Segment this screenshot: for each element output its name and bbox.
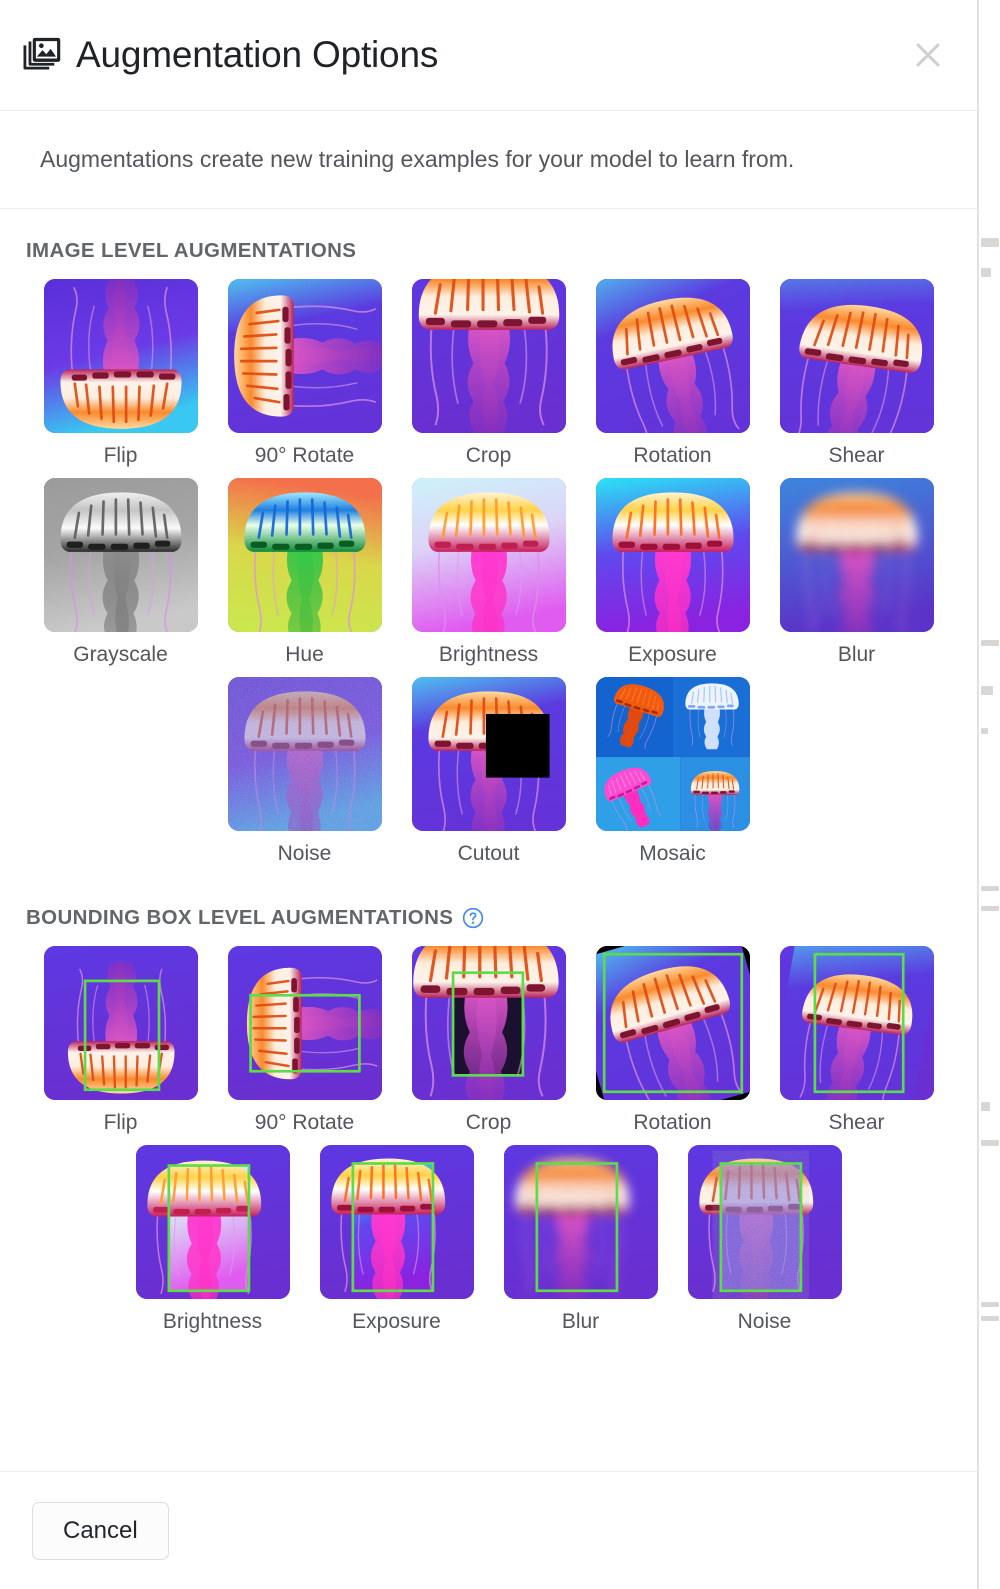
aug-thumbnail-bb-shear[interactable] bbox=[779, 946, 934, 1100]
aug-option-label: Blur bbox=[837, 643, 876, 666]
aug-option-label: Flip bbox=[103, 1111, 138, 1134]
aug-option-label: Noise bbox=[277, 842, 332, 865]
aug-option-label: Exposure bbox=[352, 1310, 441, 1333]
aug-thumbnail-bb-brightness[interactable] bbox=[135, 1145, 290, 1299]
bbox-level-grid: Flip 90° Rotate Crop Rotation Shear Brig… bbox=[26, 946, 951, 1334]
aug-option-label: Shear bbox=[828, 1111, 885, 1134]
aug-option-crop[interactable]: Crop bbox=[397, 279, 581, 468]
aug-thumbnail-brightness[interactable] bbox=[411, 478, 566, 632]
aug-thumbnail-bb-rotate90[interactable] bbox=[227, 946, 382, 1100]
aug-option-label: Brightness bbox=[162, 1310, 263, 1333]
cancel-button[interactable]: Cancel bbox=[32, 1501, 169, 1560]
aug-thumbnail-exposure[interactable] bbox=[595, 478, 750, 632]
section-heading-image-level: IMAGE LEVEL AUGMENTATIONS bbox=[26, 239, 951, 263]
dialog-body: IMAGE LEVEL AUGMENTATIONS Flip 90° Rotat… bbox=[0, 209, 977, 1471]
aug-option-blur[interactable]: Blur bbox=[765, 478, 949, 667]
section-heading-label: BOUNDING BOX LEVEL AUGMENTATIONS bbox=[26, 906, 454, 929]
aug-thumbnail-flip[interactable] bbox=[43, 279, 198, 433]
dialog-header: Augmentation Options bbox=[0, 0, 977, 111]
aug-option-flip[interactable]: Flip bbox=[29, 279, 213, 468]
augmentation-options-dialog: Augmentation Options Augmentations creat… bbox=[0, 0, 978, 1589]
aug-option-mosaic[interactable]: Mosaic bbox=[581, 677, 765, 866]
close-x-glyph bbox=[916, 43, 940, 67]
aug-thumbnail-bb-flip[interactable] bbox=[43, 946, 198, 1100]
page-title: Augmentation Options bbox=[76, 34, 439, 75]
aug-thumbnail-rotate90[interactable] bbox=[227, 279, 382, 433]
aug-thumbnail-bb-blur[interactable] bbox=[503, 1145, 658, 1299]
aug-thumbnail-hue[interactable] bbox=[227, 478, 382, 632]
aug-thumbnail-noise[interactable] bbox=[227, 677, 382, 831]
aug-option-label: Crop bbox=[465, 444, 512, 467]
aug-thumbnail-shear[interactable] bbox=[779, 279, 934, 433]
aug-option-rotate90[interactable]: 90° Rotate bbox=[213, 279, 397, 468]
aug-option-label: Shear bbox=[828, 444, 885, 467]
aug-option-label: Hue bbox=[285, 643, 324, 666]
aug-thumbnail-cutout[interactable] bbox=[411, 677, 566, 831]
aug-thumbnail-bb-crop[interactable] bbox=[411, 946, 566, 1100]
aug-option-bb-rotation[interactable]: Rotation bbox=[581, 946, 765, 1135]
aug-option-label: Flip bbox=[103, 444, 138, 467]
dialog-subtitle: Augmentations create new training exampl… bbox=[40, 146, 795, 172]
aug-option-bb-blur[interactable]: Blur bbox=[489, 1145, 673, 1334]
aug-option-bb-rotate90[interactable]: 90° Rotate bbox=[213, 946, 397, 1135]
aug-option-rotation[interactable]: Rotation bbox=[581, 279, 765, 468]
aug-option-bb-flip[interactable]: Flip bbox=[29, 946, 213, 1135]
background-page-sliver bbox=[978, 0, 1000, 1589]
aug-row: Grayscale Hue Brightness Exposure Blur bbox=[26, 478, 951, 667]
aug-thumbnail-rotation[interactable] bbox=[595, 279, 750, 433]
aug-row: Flip 90° Rotate Crop Rotation Shear bbox=[26, 279, 951, 468]
aug-option-bb-exposure[interactable]: Exposure bbox=[305, 1145, 489, 1334]
aug-option-label: Crop bbox=[465, 1111, 512, 1134]
aug-thumbnail-blur[interactable] bbox=[779, 478, 934, 632]
aug-thumbnail-bb-noise[interactable] bbox=[687, 1145, 842, 1299]
aug-option-label: 90° Rotate bbox=[254, 1111, 355, 1134]
aug-option-bb-noise[interactable]: Noise bbox=[673, 1145, 857, 1334]
aug-option-brightness[interactable]: Brightness bbox=[397, 478, 581, 667]
aug-thumbnail-mosaic[interactable] bbox=[595, 677, 750, 831]
aug-option-shear[interactable]: Shear bbox=[765, 279, 949, 468]
dialog-footer: Cancel bbox=[0, 1471, 977, 1589]
section-heading-bbox-level: BOUNDING BOX LEVEL AUGMENTATIONS bbox=[26, 906, 951, 930]
section-heading-label: IMAGE LEVEL AUGMENTATIONS bbox=[26, 239, 357, 262]
aug-row: Flip 90° Rotate Crop Rotation Shear bbox=[26, 946, 951, 1135]
aug-option-bb-crop[interactable]: Crop bbox=[397, 946, 581, 1135]
image-level-grid: Flip 90° Rotate Crop Rotation Shear Gray… bbox=[26, 279, 951, 866]
aug-option-label: Noise bbox=[737, 1310, 792, 1333]
aug-option-label: Grayscale bbox=[73, 643, 168, 666]
aug-row: Noise Cutout Mosaic bbox=[26, 677, 951, 866]
dialog-subtitle-bar: Augmentations create new training exampl… bbox=[0, 111, 977, 209]
aug-thumbnail-grayscale[interactable] bbox=[43, 478, 198, 632]
aug-option-noise[interactable]: Noise bbox=[213, 677, 397, 866]
aug-thumbnail-bb-rotation[interactable] bbox=[595, 946, 750, 1100]
aug-option-label: Exposure bbox=[628, 643, 717, 666]
aug-option-label: Rotation bbox=[633, 1111, 712, 1134]
aug-option-bb-brightness[interactable]: Brightness bbox=[121, 1145, 305, 1334]
aug-option-label: Mosaic bbox=[639, 842, 706, 865]
help-circle-icon[interactable] bbox=[462, 907, 484, 929]
aug-option-label: Rotation bbox=[633, 444, 712, 467]
aug-option-bb-shear[interactable]: Shear bbox=[765, 946, 949, 1135]
aug-thumbnail-crop[interactable] bbox=[411, 279, 566, 433]
aug-option-hue[interactable]: Hue bbox=[213, 478, 397, 667]
aug-option-label: 90° Rotate bbox=[254, 444, 355, 467]
aug-option-exposure[interactable]: Exposure bbox=[581, 478, 765, 667]
aug-option-label: Cutout bbox=[457, 842, 520, 865]
aug-thumbnail-bb-exposure[interactable] bbox=[319, 1145, 474, 1299]
aug-option-grayscale[interactable]: Grayscale bbox=[29, 478, 213, 667]
close-icon[interactable] bbox=[905, 32, 951, 78]
aug-option-label: Brightness bbox=[438, 643, 539, 666]
aug-option-cutout[interactable]: Cutout bbox=[397, 677, 581, 866]
collections-icon bbox=[23, 37, 61, 70]
aug-row: Brightness Exposure Blur Noise bbox=[26, 1145, 951, 1334]
aug-option-label: Blur bbox=[561, 1310, 600, 1333]
